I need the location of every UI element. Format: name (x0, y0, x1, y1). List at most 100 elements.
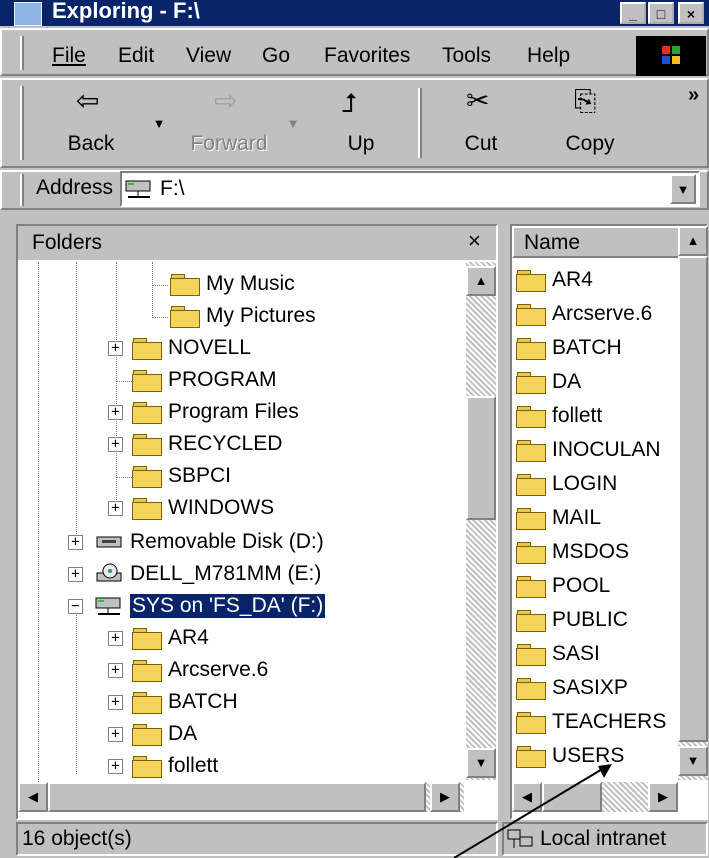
list-item[interactable]: INOCULAN (516, 438, 661, 462)
tree-item-my-music[interactable]: My Music (170, 272, 295, 296)
folders-header: Folders × (18, 226, 496, 260)
forward-button[interactable]: ⇨ Forward (184, 86, 274, 160)
tree-item-novell[interactable]: NOVELL (132, 336, 251, 360)
tree-item-arcserve[interactable]: Arcserve.6 (132, 658, 268, 682)
back-arrow-icon: ⇦ (76, 85, 100, 116)
expand-icon[interactable]: + (108, 631, 123, 646)
expand-icon[interactable]: + (108, 759, 123, 774)
list-item-label: SASI (552, 642, 600, 665)
address-grip[interactable] (20, 174, 24, 206)
tree-item-program-files[interactable]: Program Files (132, 400, 299, 424)
copy-button[interactable]: ⎘ Copy (550, 86, 630, 160)
folders-close-icon[interactable]: × (468, 228, 481, 254)
tree-item-recycled[interactable]: RECYCLED (132, 432, 282, 456)
title-bar[interactable]: Exploring - F:\ _ □ × (0, 0, 709, 26)
expand-icon[interactable]: + (108, 437, 123, 452)
back-button[interactable]: ⇦ Back (56, 86, 126, 160)
address-input[interactable] (120, 171, 700, 207)
close-icon[interactable]: × (678, 2, 704, 24)
menu-file[interactable]: File (52, 44, 86, 68)
collapse-icon[interactable]: − (68, 599, 83, 614)
column-header-name[interactable]: Name (512, 226, 680, 258)
list-item[interactable]: SASIXP (516, 676, 628, 700)
list-item[interactable]: BATCH (516, 336, 622, 360)
back-dropdown-icon[interactable]: ▼ (146, 110, 172, 140)
tree-item-follett[interactable]: follett (132, 754, 218, 778)
expand-icon[interactable]: + (108, 727, 123, 742)
menu-favorites[interactable]: Favorites (324, 44, 410, 68)
contents-hscroll-thumb[interactable] (542, 782, 602, 812)
toolbar-more-button[interactable]: » (688, 84, 699, 107)
list-item[interactable]: PUBLIC (516, 608, 628, 632)
scroll-left-icon[interactable]: ◀ (18, 782, 48, 812)
tree-item-program[interactable]: PROGRAM (132, 368, 277, 392)
scroll-down-icon[interactable]: ▼ (466, 748, 496, 778)
contents-scroll-thumb[interactable] (678, 256, 708, 742)
toolbar-grip[interactable] (20, 86, 24, 160)
folders-scroll-thumb[interactable] (466, 396, 496, 520)
pane-splitter[interactable] (498, 224, 510, 820)
list-item-label: MSDOS (552, 540, 630, 563)
folder-icon (516, 711, 546, 734)
address-dropdown-icon[interactable]: ▼ (670, 174, 696, 204)
folder-icon (516, 575, 546, 598)
menu-tools[interactable]: Tools (442, 44, 491, 68)
folders-vertical-scrollbar[interactable] (466, 262, 496, 780)
list-item[interactable]: SASI (516, 642, 600, 666)
forward-dropdown-icon[interactable]: ▼ (280, 110, 306, 140)
scroll-right-icon[interactable]: ▶ (430, 782, 460, 812)
expand-icon[interactable]: + (108, 341, 123, 356)
expand-icon[interactable]: + (108, 501, 123, 516)
expand-icon[interactable]: + (108, 695, 123, 710)
expand-icon[interactable]: + (108, 663, 123, 678)
tree-item-sbpci[interactable]: SBPCI (132, 464, 231, 488)
tree-item-da[interactable]: DA (132, 722, 197, 746)
scroll-right-icon[interactable]: ▶ (648, 782, 678, 812)
scroll-up-icon[interactable]: ▲ (678, 226, 708, 256)
tree-item-label: SYS on 'FS_DA' (F:) (128, 593, 327, 619)
tree-item-ar4[interactable]: AR4 (132, 626, 209, 650)
expand-icon[interactable]: + (68, 567, 83, 582)
folders-hscroll-thumb[interactable] (48, 782, 426, 812)
network-drive-icon (94, 595, 124, 617)
tree-item-my-pictures[interactable]: My Pictures (170, 304, 316, 328)
copy-label: Copy (565, 132, 615, 155)
list-item[interactable]: MAIL (516, 506, 601, 530)
list-item[interactable]: LOGIN (516, 472, 617, 496)
list-item[interactable]: AR4 (516, 268, 593, 292)
tree-item-windows[interactable]: WINDOWS (132, 496, 274, 520)
back-label: Back (67, 132, 115, 155)
tree-item-cd-drive[interactable]: DELL_M781MM (E:) (94, 562, 321, 586)
menu-favorites-label: Favorites (324, 44, 411, 67)
menu-edit[interactable]: Edit (118, 44, 154, 68)
tree-item-sys-network-drive[interactable]: SYS on 'FS_DA' (F:) (94, 593, 327, 619)
list-item[interactable]: TEACHERS (516, 710, 666, 734)
menu-view[interactable]: View (186, 44, 231, 68)
cut-button[interactable]: ✂ Cut (446, 86, 516, 160)
explorer-window: Exploring - F:\ _ □ × File Edit View Go … (0, 0, 709, 858)
list-item[interactable]: DA (516, 370, 581, 394)
menu-help[interactable]: Help (527, 44, 570, 68)
list-item[interactable]: POOL (516, 574, 610, 598)
list-item[interactable]: USERS (516, 744, 624, 768)
list-item[interactable]: Arcserve.6 (516, 302, 652, 326)
status-zone-label: Local intranet (540, 827, 667, 850)
scroll-left-icon[interactable]: ◀ (512, 782, 542, 812)
scroll-down-icon[interactable]: ▼ (678, 746, 708, 776)
windows-logo-icon (636, 36, 706, 76)
list-item-label: Arcserve.6 (552, 302, 653, 325)
menu-go[interactable]: Go (262, 44, 290, 68)
list-item[interactable]: follett (516, 404, 602, 428)
tree-item-removable-disk[interactable]: Removable Disk (D:) (94, 530, 324, 554)
minimize-icon[interactable]: _ (620, 2, 646, 24)
scroll-up-icon[interactable]: ▲ (466, 266, 496, 296)
tree-item-batch[interactable]: BATCH (132, 690, 238, 714)
menu-grip[interactable] (20, 36, 24, 70)
up-button[interactable]: ⮥ Up (326, 86, 396, 160)
scissors-icon: ✂ (466, 85, 490, 116)
folder-icon (132, 723, 162, 746)
expand-icon[interactable]: + (68, 535, 83, 550)
maximize-icon[interactable]: □ (648, 2, 674, 24)
list-item[interactable]: MSDOS (516, 540, 629, 564)
expand-icon[interactable]: + (108, 405, 123, 420)
